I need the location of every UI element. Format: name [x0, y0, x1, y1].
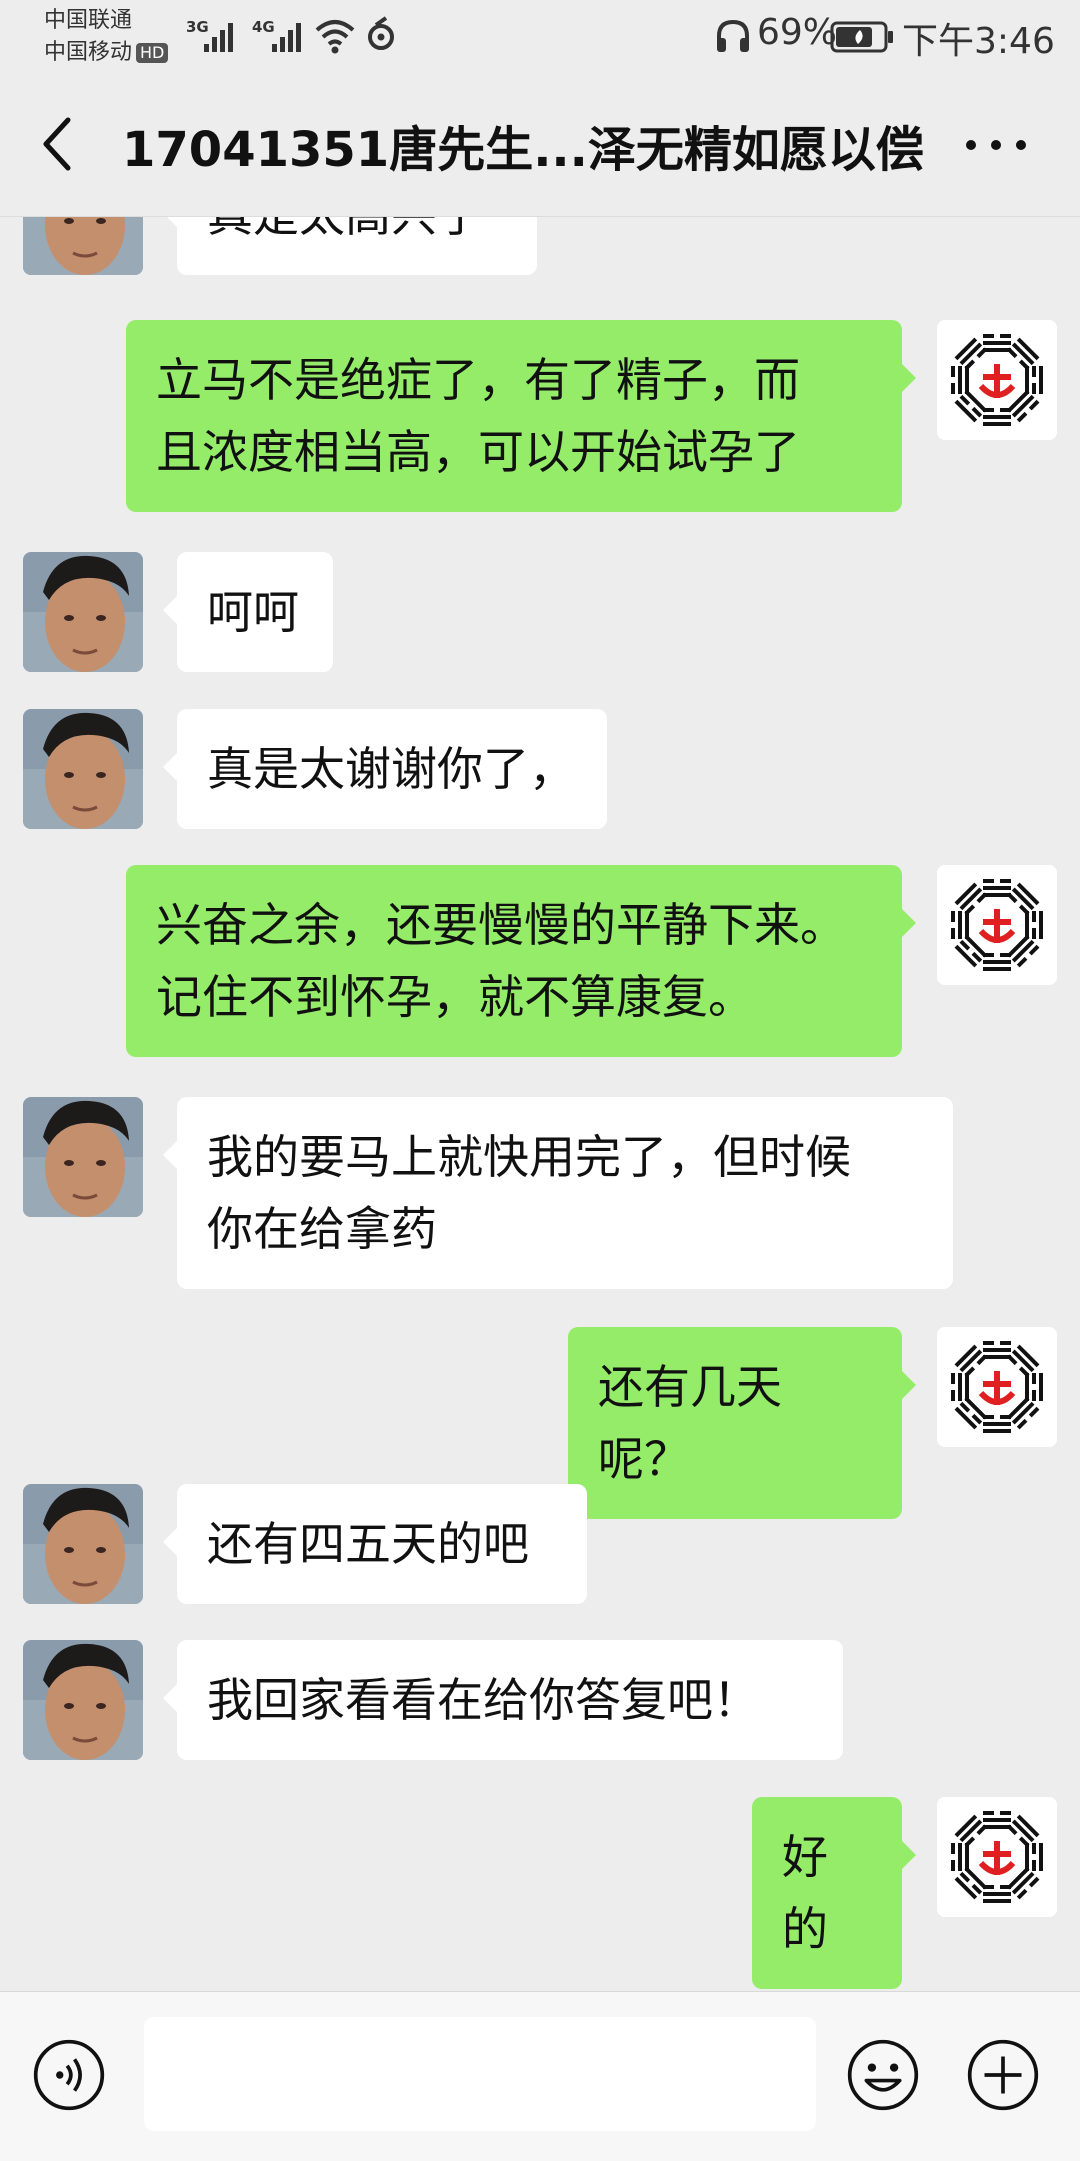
hotspot-icon: [368, 16, 394, 50]
received-bubble[interactable]: 呵呵: [163, 552, 333, 672]
message-line: 兴奋之余，还要慢慢的平静下来。: [156, 898, 846, 952]
carrier-name-1: 中国联通: [44, 8, 133, 33]
carrier-name-2: 中国移动 HD: [44, 40, 169, 66]
contact-photo-icon: [23, 1097, 143, 1217]
contact-avatar[interactable]: [23, 217, 143, 275]
own-avatar[interactable]: [937, 1327, 1057, 1447]
contact-photo-icon: [23, 217, 143, 275]
own-avatar[interactable]: [937, 320, 1057, 440]
received-bubble[interactable]: 还有四五天的吧: [163, 1484, 587, 1604]
chat-header: 17041351唐先生...泽无精如愿以偿: [0, 72, 1080, 217]
message-line: 立马不是绝症了，有了精子，而: [156, 353, 800, 407]
contact-avatar[interactable]: [23, 1484, 143, 1604]
contact-photo-icon: [23, 709, 143, 829]
contact-avatar[interactable]: [23, 1097, 143, 1217]
sent-bubble[interactable]: 好的: [752, 1797, 916, 1989]
hd-badge: HD: [136, 43, 169, 63]
status-bar: 中国联通 中国移动 HD 3G 4G 69% 下午3:46: [0, 0, 1080, 72]
bagua-logo-icon: [937, 320, 1057, 440]
emoji-icon[interactable]: [846, 2038, 920, 2112]
contact-photo-icon: [23, 1640, 143, 1760]
carrier-name-2-label: 中国移动: [44, 40, 133, 65]
bagua-logo-icon: [937, 1797, 1057, 1917]
message-input[interactable]: [144, 2017, 816, 2131]
more-options-icon[interactable]: [962, 134, 1032, 154]
battery-percent: 69%: [757, 12, 838, 53]
message-line: 你在给拿药: [207, 1202, 437, 1256]
bagua-logo-icon: [937, 1327, 1057, 1447]
sent-bubble[interactable]: 还有几天呢？: [568, 1327, 916, 1519]
received-bubble[interactable]: 真是太高兴了: [163, 217, 537, 275]
own-avatar[interactable]: [937, 865, 1057, 985]
back-arrow-icon[interactable]: [28, 106, 88, 182]
chat-title: 17041351唐先生...泽无精如愿以偿: [122, 122, 924, 178]
contact-avatar[interactable]: [23, 1640, 143, 1760]
own-avatar[interactable]: [937, 1797, 1057, 1917]
message-line: 记住不到怀孕，就不算康复。: [156, 970, 754, 1024]
battery-icon: [830, 21, 893, 53]
message-list[interactable]: 真是太高兴了 立马不是绝症了，有了精子，而 且浓度相当高，可以开始试孕了 呵呵 …: [0, 217, 1080, 1991]
message-line: 且浓度相当高，可以开始试孕了: [156, 425, 800, 479]
received-bubble[interactable]: 我回家看看在给你答复吧！: [163, 1640, 843, 1760]
sent-bubble[interactable]: 兴奋之余，还要慢慢的平静下来。 记住不到怀孕，就不算康复。: [126, 865, 916, 1057]
message-line: 我的要马上就快用完了，但时候: [207, 1130, 851, 1184]
contact-avatar[interactable]: [23, 552, 143, 672]
contact-avatar[interactable]: [23, 709, 143, 829]
bagua-logo-icon: [937, 865, 1057, 985]
contact-photo-icon: [23, 552, 143, 672]
sent-bubble[interactable]: 立马不是绝症了，有了精子，而 且浓度相当高，可以开始试孕了: [126, 320, 916, 512]
signal-icon-2: [272, 18, 308, 52]
received-bubble[interactable]: 我的要马上就快用完了，但时候 你在给拿药: [163, 1097, 953, 1289]
received-bubble[interactable]: 真是太谢谢你了，: [163, 709, 607, 829]
headphone-icon: [717, 19, 749, 52]
signal-icon-1: [204, 18, 240, 52]
plus-icon[interactable]: [966, 2038, 1040, 2112]
wifi-icon: [315, 20, 355, 54]
input-bar: [0, 1991, 1080, 2161]
clock-time: 下午3:46: [902, 21, 1055, 62]
contact-photo-icon: [23, 1484, 143, 1604]
voice-icon[interactable]: [32, 2038, 106, 2112]
